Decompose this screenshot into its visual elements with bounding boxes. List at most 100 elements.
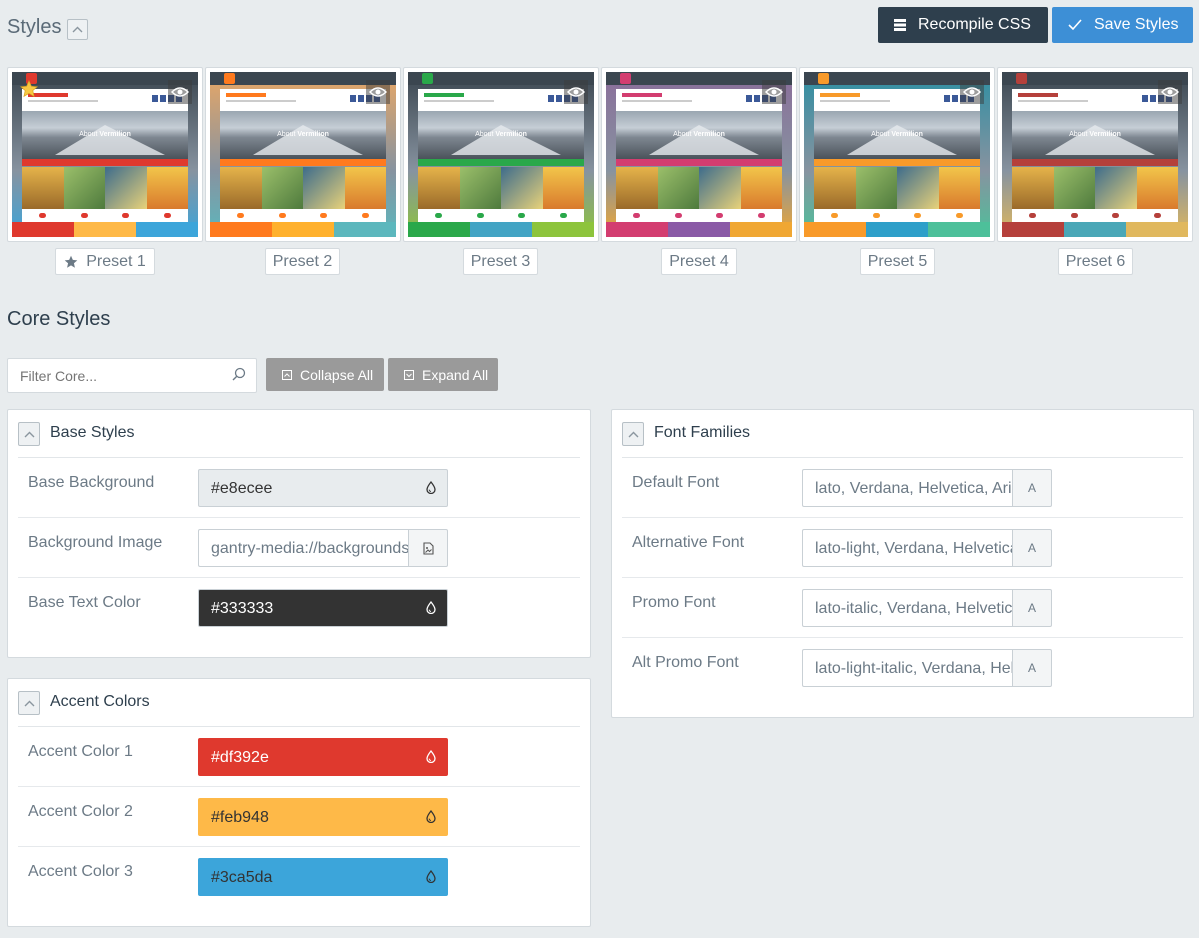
expand-all-button[interactable]: Expand All xyxy=(388,358,498,391)
collapse-all-label: Collapse All xyxy=(300,366,374,383)
preview-eye-icon[interactable] xyxy=(564,80,588,104)
setting-row: Background Image gantry-media://backgrou… xyxy=(18,518,580,578)
preset-button-3[interactable]: Preset 3 xyxy=(463,248,538,275)
droplet-icon[interactable] xyxy=(426,749,436,768)
setting-label: Base Text Color xyxy=(28,594,141,611)
preset-button-5[interactable]: Preset 5 xyxy=(860,248,935,275)
color-value: #e8ecee xyxy=(211,480,273,497)
preset-label: Preset 1 xyxy=(86,252,146,270)
setting-label: Accent Color 1 xyxy=(28,743,133,760)
setting-row: Accent Color 1 #df392e xyxy=(18,727,580,787)
setting-row: Alternative Font lato-light, Verdana, He… xyxy=(622,518,1183,578)
droplet-icon[interactable] xyxy=(426,809,436,828)
font-picker-button[interactable]: A xyxy=(1012,589,1052,627)
preset-label: Preset 6 xyxy=(1065,252,1126,270)
preview-eye-icon[interactable] xyxy=(762,80,786,104)
preview-eye-icon[interactable] xyxy=(960,80,984,104)
file-image-icon[interactable] xyxy=(408,529,448,567)
setting-row: Accent Color 3 #3ca5da xyxy=(18,847,580,907)
font-picker-button[interactable]: A xyxy=(1012,469,1052,507)
preset-thumbnail-6[interactable]: About Vermilion xyxy=(997,67,1193,242)
accent-colors-panel: Accent Colors Accent Color 1 #df392e Acc… xyxy=(7,678,591,927)
font-families-panel: Font Families Default Font lato, Verdana… xyxy=(611,409,1194,718)
color-value: #333333 xyxy=(211,600,274,617)
color-value: #feb948 xyxy=(211,809,269,826)
panel-header: Accent Colors xyxy=(18,679,580,727)
setting-label: Alt Promo Font xyxy=(632,654,739,671)
save-styles-button[interactable]: Save Styles xyxy=(1052,7,1193,43)
page-title: Styles xyxy=(7,16,62,38)
base-styles-panel: Base Styles Base Background #e8ecee Back… xyxy=(7,409,591,658)
droplet-icon[interactable] xyxy=(426,600,436,619)
recompile-css-button[interactable]: Recompile CSS xyxy=(878,7,1048,43)
collapse-toggle-icon[interactable] xyxy=(67,19,88,40)
section-title-core-styles: Core Styles xyxy=(7,308,111,330)
preset-preview-image: About Vermilion xyxy=(408,72,594,237)
setting-row: Alt Promo Font lato-light-italic, Verdan… xyxy=(622,638,1183,698)
droplet-icon[interactable] xyxy=(426,869,436,888)
setting-label: Accent Color 2 xyxy=(28,803,133,820)
color-field[interactable]: #feb948 xyxy=(198,798,448,836)
color-field[interactable]: #333333 xyxy=(198,589,448,627)
preset-preview-image: About Vermilion xyxy=(1002,72,1188,237)
setting-row: Base Background #e8ecee xyxy=(18,458,580,518)
preset-thumbnail-4[interactable]: About Vermilion xyxy=(601,67,797,242)
recompile-css-label: Recompile CSS xyxy=(918,16,1031,33)
preset-preview-image: About Vermilion xyxy=(804,72,990,237)
preset-thumbnail-2[interactable]: About Vermilion xyxy=(205,67,401,242)
setting-label: Alternative Font xyxy=(632,534,745,551)
color-field[interactable]: #e8ecee xyxy=(198,469,448,507)
preview-eye-icon[interactable] xyxy=(168,80,192,104)
preset-button-4[interactable]: Preset 4 xyxy=(661,248,737,275)
font-picker-button[interactable]: A xyxy=(1012,529,1052,567)
preset-button-6[interactable]: Preset 6 xyxy=(1058,248,1133,275)
setting-label: Base Background xyxy=(28,474,155,491)
font-family-input[interactable]: lato-italic, Verdana, Helvetica, Arial, … xyxy=(802,589,1012,627)
background-image-input[interactable]: gantry-media://backgrounds/ xyxy=(198,529,408,567)
preset-thumbnail-5[interactable]: About Vermilion xyxy=(799,67,995,242)
expand-all-label: Expand All xyxy=(422,366,489,383)
preset-thumbnail-3[interactable]: About Vermilion xyxy=(403,67,599,242)
panel-title: Base Styles xyxy=(50,424,135,441)
preset-button-2[interactable]: Preset 2 xyxy=(265,248,340,275)
preset-label: Preset 4 xyxy=(669,252,729,270)
panel-title: Font Families xyxy=(654,424,751,441)
setting-label: Promo Font xyxy=(632,594,716,611)
preview-eye-icon[interactable] xyxy=(1158,80,1182,104)
preset-label: Preset 2 xyxy=(272,252,333,270)
active-star-icon xyxy=(20,80,38,98)
color-field[interactable]: #df392e xyxy=(198,738,448,776)
panel-title: Accent Colors xyxy=(50,693,150,710)
expand-square-icon xyxy=(404,369,414,380)
font-picker-button[interactable]: A xyxy=(1012,649,1052,687)
font-family-input[interactable]: lato, Verdana, Helvetica, Arial, sans-se… xyxy=(802,469,1012,507)
panel-header: Font Families xyxy=(622,410,1183,458)
color-value: #df392e xyxy=(211,749,269,766)
setting-label: Default Font xyxy=(632,474,720,491)
setting-label: Background Image xyxy=(28,534,163,551)
preset-preview-image: About Vermilion xyxy=(606,72,792,237)
collapse-toggle-icon[interactable] xyxy=(18,691,40,715)
star-icon xyxy=(64,255,78,268)
search-icon xyxy=(232,367,246,381)
font-family-input[interactable]: lato-light-italic, Verdana, Helvetica, A… xyxy=(802,649,1012,687)
preview-eye-icon[interactable] xyxy=(366,80,390,104)
collapse-toggle-icon[interactable] xyxy=(622,422,644,446)
check-icon xyxy=(1068,19,1082,31)
filter-core-input[interactable] xyxy=(7,358,257,393)
font-family-input[interactable]: lato-light, Verdana, Helvetica, Arial, s… xyxy=(802,529,1012,567)
collapse-toggle-icon[interactable] xyxy=(18,422,40,446)
preset-button-1[interactable]: Preset 1 xyxy=(55,248,155,275)
preset-preview-image: About Vermilion xyxy=(210,72,396,237)
panel-header: Base Styles xyxy=(18,410,580,458)
preset-label: Preset 5 xyxy=(867,252,928,270)
droplet-icon[interactable] xyxy=(426,480,436,499)
color-field[interactable]: #3ca5da xyxy=(198,858,448,896)
preset-preview-image: About Vermilion xyxy=(12,72,198,237)
collapse-all-button[interactable]: Collapse All xyxy=(266,358,384,391)
preset-thumbnail-1[interactable]: About Vermilion xyxy=(7,67,203,242)
collapse-square-icon xyxy=(282,369,292,380)
color-value: #3ca5da xyxy=(211,869,273,886)
setting-row: Default Font lato, Verdana, Helvetica, A… xyxy=(622,458,1183,518)
save-styles-label: Save Styles xyxy=(1094,16,1179,33)
